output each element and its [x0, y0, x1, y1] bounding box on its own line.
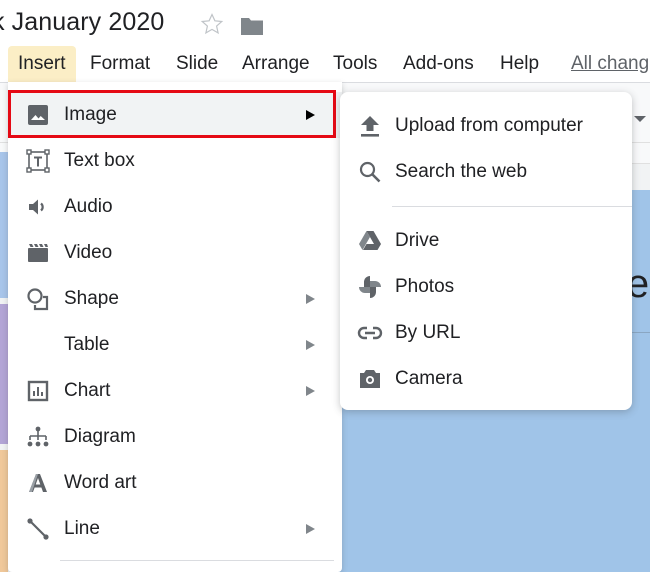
menu-separator	[60, 560, 334, 561]
submenu-arrow-icon	[306, 340, 315, 350]
insert-menu-label: Chart	[64, 380, 111, 401]
document-title[interactable]: k January 2020	[0, 8, 164, 37]
submenu-arrow-icon	[306, 386, 315, 396]
image-submenu-item-search-web[interactable]: Search the web	[340, 149, 632, 195]
image-submenu-label: Upload from computer	[395, 115, 583, 136]
camera-icon	[357, 366, 383, 392]
insert-menu-item-text-box[interactable]: Text box	[8, 138, 342, 184]
insert-menu-label: Audio	[64, 196, 113, 217]
drive-icon	[357, 228, 383, 254]
submenu-arrow-icon	[306, 110, 315, 120]
diagram-icon	[26, 425, 50, 449]
insert-menu-item-chart[interactable]: Chart	[8, 368, 342, 414]
insert-menu-label: Diagram	[64, 426, 136, 447]
photos-icon	[357, 274, 383, 300]
image-submenu-label: Drive	[395, 230, 440, 251]
line-icon	[26, 517, 50, 541]
slide-thumbnail[interactable]	[0, 152, 8, 298]
insert-menu-item-line[interactable]: Line	[8, 506, 342, 552]
image-submenu-item-by-url[interactable]: By URL	[340, 310, 632, 356]
insert-menu-label: Image	[64, 104, 117, 125]
image-submenu-item-photos[interactable]: Photos	[340, 264, 632, 310]
slide-thumbnails	[0, 142, 8, 572]
insert-menu-item-audio[interactable]: Audio	[8, 184, 342, 230]
image-submenu-label: Photos	[395, 276, 455, 297]
menu-format[interactable]: Format	[80, 46, 160, 82]
menu-insert[interactable]: Insert	[8, 46, 76, 82]
image-submenu-label: By URL	[395, 322, 461, 343]
insert-menu-item-video[interactable]: Video	[8, 230, 342, 276]
slide-thumbnail[interactable]	[0, 450, 8, 572]
insert-menu-item-diagram[interactable]: Diagram	[8, 414, 342, 460]
slide-thumbnail[interactable]	[0, 304, 8, 444]
upload-icon	[357, 113, 383, 139]
menu-arrange[interactable]: Arrange	[232, 46, 320, 82]
video-icon	[26, 241, 50, 265]
chart-icon	[26, 379, 50, 403]
submenu-separator	[392, 206, 632, 207]
image-submenu-label: Camera	[395, 368, 463, 389]
menu-slide[interactable]: Slide	[166, 46, 228, 82]
toolbar-dropdown-caret-icon[interactable]	[634, 116, 646, 122]
menu-add-ons[interactable]: Add-ons	[393, 46, 484, 82]
insert-menu-item-table[interactable]: Table	[8, 322, 342, 368]
image-submenu-label: Search the web	[395, 161, 528, 182]
image-icon	[26, 103, 50, 127]
menu-help[interactable]: Help	[490, 46, 549, 82]
menu-tools[interactable]: Tools	[323, 46, 387, 82]
star-icon[interactable]	[200, 12, 224, 36]
insert-menu: Image Text box Audio Video Shape Table C…	[8, 82, 342, 572]
insert-menu-label: Shape	[64, 288, 119, 309]
insert-menu-item-word-art[interactable]: Word art	[8, 460, 342, 506]
image-submenu: Upload from computer Search the web Driv…	[340, 92, 632, 410]
shape-icon	[26, 287, 50, 311]
menu-bar: Insert Format Slide Arrange Tools Add-on…	[0, 46, 650, 82]
image-submenu-item-camera[interactable]: Camera	[340, 356, 632, 402]
insert-menu-label: Line	[64, 518, 100, 539]
folder-icon[interactable]	[240, 16, 264, 36]
text-box-icon	[26, 149, 50, 173]
insert-menu-label: Word art	[64, 472, 137, 493]
image-submenu-item-upload[interactable]: Upload from computer	[340, 103, 632, 149]
insert-menu-label: Text box	[64, 150, 135, 171]
word-art-icon	[26, 471, 50, 495]
search-icon	[357, 159, 383, 185]
insert-menu-label: Table	[64, 334, 110, 355]
audio-icon	[26, 195, 50, 219]
save-status-link[interactable]: All chang	[561, 46, 650, 82]
submenu-arrow-icon	[306, 294, 315, 304]
insert-menu-item-image[interactable]: Image	[8, 92, 342, 138]
insert-menu-item-shape[interactable]: Shape	[8, 276, 342, 322]
insert-menu-label: Video	[64, 242, 113, 263]
link-icon	[357, 320, 383, 346]
submenu-arrow-icon	[306, 524, 315, 534]
image-submenu-item-drive[interactable]: Drive	[340, 218, 632, 264]
